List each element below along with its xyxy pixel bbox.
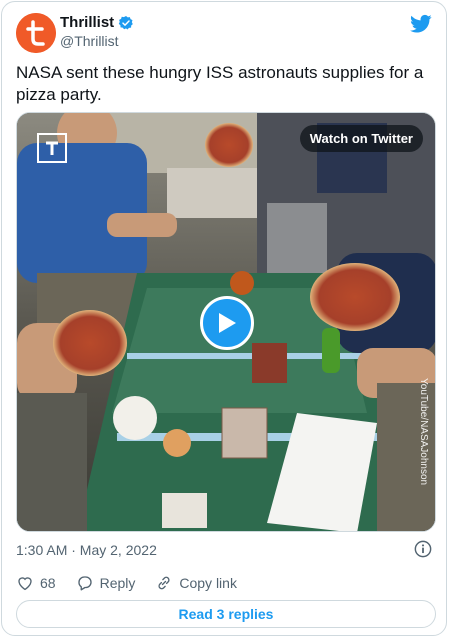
tweet-text: NASA sent these hungry ISS astronauts su… [16, 63, 424, 104]
read-replies-button[interactable]: Read 3 replies [16, 600, 436, 628]
like-button[interactable]: 68 [16, 574, 56, 592]
author-handle[interactable]: @Thrillist [60, 33, 119, 49]
tweet-actions: 68 Reply Copy link [16, 574, 237, 592]
twitter-bird-icon[interactable] [410, 14, 432, 34]
like-count: 68 [40, 575, 56, 591]
copy-link-label: Copy link [179, 575, 237, 591]
reply-label: Reply [99, 575, 136, 591]
author-name[interactable]: Thrillist [60, 14, 114, 31]
info-icon[interactable] [414, 540, 432, 558]
reply-icon [77, 576, 92, 591]
tweet-card: Thrillist @Thrillist NASA sent these hun… [1, 1, 447, 636]
heart-icon [18, 577, 32, 591]
thrillist-logo-icon [16, 13, 56, 53]
timestamp[interactable]: 1:30 AM · May 2, 2022 [16, 542, 157, 558]
verified-badge-icon [118, 15, 133, 29]
reply-button[interactable]: Reply [76, 574, 136, 592]
video-credit: YouTube/NASAJohnson [418, 378, 429, 486]
link-icon [158, 576, 170, 590]
thrillist-watermark-icon [37, 133, 67, 163]
watch-on-twitter-button[interactable]: Watch on Twitter [299, 125, 423, 152]
copy-link-button[interactable]: Copy link [155, 574, 237, 592]
play-button[interactable] [200, 296, 254, 350]
author-name-row[interactable]: Thrillist [60, 14, 134, 31]
avatar[interactable] [16, 13, 56, 53]
video-thumbnail[interactable]: Watch on Twitter YouTube/NASAJohnson [16, 112, 436, 532]
play-icon [219, 313, 236, 333]
